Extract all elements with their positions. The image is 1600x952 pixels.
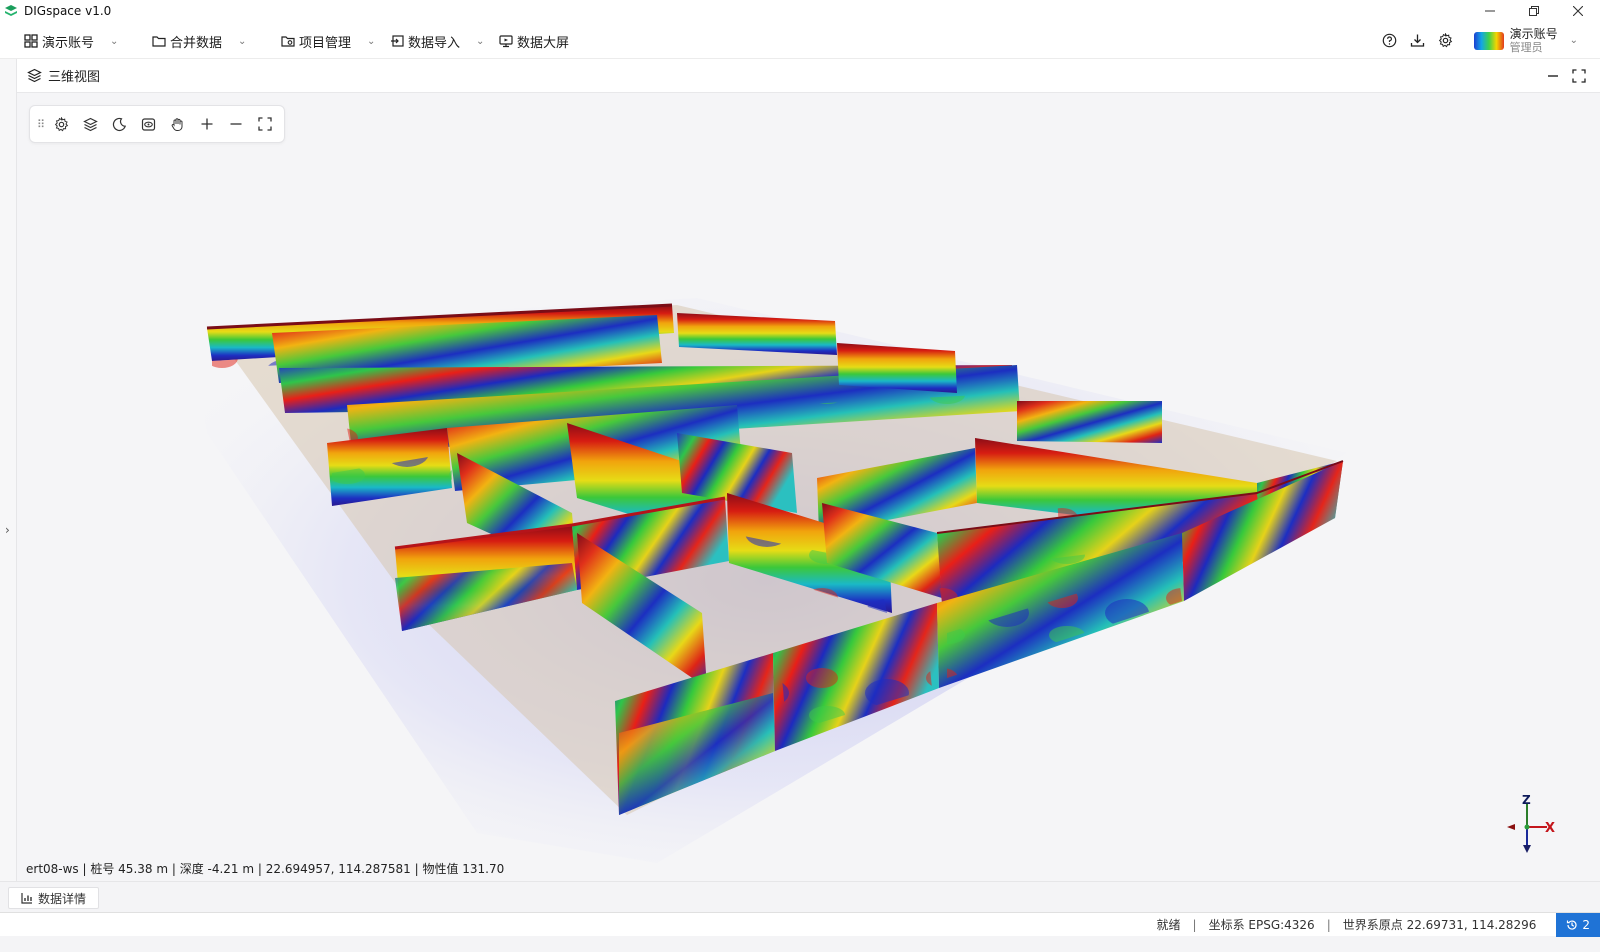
menu-import-label: 数据导入 [408,35,461,51]
panel-header: 三维视图 [17,59,1600,93]
menu-account-label: 演示账号 [42,35,95,51]
3d-scene-canvas[interactable] [17,93,1600,881]
status-bar: 就绪 | 坐标系 EPSG:4326 | 世界系原点 22.69731, 114… [0,912,1600,937]
pan-hand-icon[interactable] [163,110,192,138]
minimize-panel-icon[interactable] [1546,69,1560,83]
data-details-label: 数据详情 [38,891,87,906]
drag-handle-icon[interactable]: ⠿ [35,118,47,131]
folder-icon [152,36,166,47]
history-badge[interactable]: 2 [1556,912,1600,937]
menu-dashboard-label: 数据大屏 [517,35,570,51]
fullscreen-panel-icon[interactable] [1572,69,1586,83]
view-eye-icon[interactable] [134,110,163,138]
chevron-down-icon: ⌄ [110,35,119,47]
panel-title-text: 三维视图 [48,70,101,85]
chevron-down-icon: ⌄ [367,35,376,47]
folder-search-icon [281,36,295,47]
layers-toggle-icon[interactable] [76,110,105,138]
panel-controls [1546,59,1586,93]
download-icon[interactable] [1404,27,1432,55]
history-clock-icon [1567,919,1577,930]
minimize-window-icon[interactable] [1468,0,1512,22]
menu-project[interactable]: 项目管理 ⌄ [281,27,375,55]
details-bar: 数据详情 [0,881,1600,912]
axis-x-label: X [1545,821,1555,836]
app-title: DIGspace v1.0 [24,4,112,18]
axis-z-label: Z [1522,793,1531,807]
chevron-down-icon: ⌄ [476,35,485,47]
menu-account[interactable]: 演示账号 ⌄ [24,27,118,55]
view-settings-gear-icon[interactable] [47,110,76,138]
menu-merge-label: 合并数据 [170,35,223,51]
grid-icon [24,34,38,48]
settings-gear-icon[interactable] [1432,27,1460,55]
app-logo-icon [5,5,17,16]
help-icon[interactable] [1376,27,1404,55]
monitor-icon [499,35,513,48]
history-count: 2 [1582,917,1590,932]
menu-bar: 演示账号 ⌄ 合并数据 ⌄ 项目管理 ⌄ 数据导入 ⌄ 数据大屏 演示账号 管理… [0,22,1600,59]
restore-window-icon[interactable] [1512,0,1556,22]
close-window-icon[interactable] [1556,0,1600,22]
3d-viewport[interactable]: ⠿ ert08-ws | 桩号 45.38 m | 深度 -4.21 m | 2… [17,93,1600,881]
view-toolbar: ⠿ [29,105,285,143]
menu-dashboard[interactable]: 数据大屏 [499,27,569,55]
zoom-out-minus-icon[interactable] [221,110,250,138]
avatar [1473,31,1504,50]
zoom-in-plus-icon[interactable] [192,110,221,138]
window-controls [1468,0,1600,22]
bar-chart-icon [21,893,32,904]
data-details-tab[interactable]: 数据详情 [8,887,100,909]
header-tools: 演示账号 管理员 ⌄ [1376,22,1600,59]
expand-sidebar-chevron-icon[interactable]: › [5,523,10,537]
menu-merge[interactable]: 合并数据 ⌄ [152,27,246,55]
cursor-info-readout: ert08-ws | 桩号 45.38 m | 深度 -4.21 m | 22.… [26,862,505,876]
menu-project-label: 项目管理 [299,35,352,51]
title-bar: DIGspace v1.0 [0,0,1600,22]
left-sidebar-collapsed: › [0,59,17,912]
user-name: 演示账号 [1509,26,1558,41]
chevron-down-icon: ⌄ [1569,35,1578,46]
menu-import[interactable]: 数据导入 ⌄ [390,27,484,55]
fullscreen-view-icon[interactable] [250,110,279,138]
axis-orientation-gizmo[interactable]: Z X [1497,793,1567,859]
layers-icon [27,68,42,83]
user-role: 管理员 [1509,40,1543,54]
dark-mode-moon-icon[interactable] [105,110,134,138]
user-menu[interactable]: 演示账号 管理员 ⌄ [1473,26,1578,55]
status-ready: 就绪 [1156,918,1181,932]
panel-title: 三维视图 [27,66,100,85]
status-crs: 坐标系 EPSG:4326 [1208,918,1315,932]
import-icon [391,35,404,47]
chevron-down-icon: ⌄ [238,35,247,47]
status-world-origin: 世界系原点 22.69731, 114.28296 [1342,918,1537,932]
